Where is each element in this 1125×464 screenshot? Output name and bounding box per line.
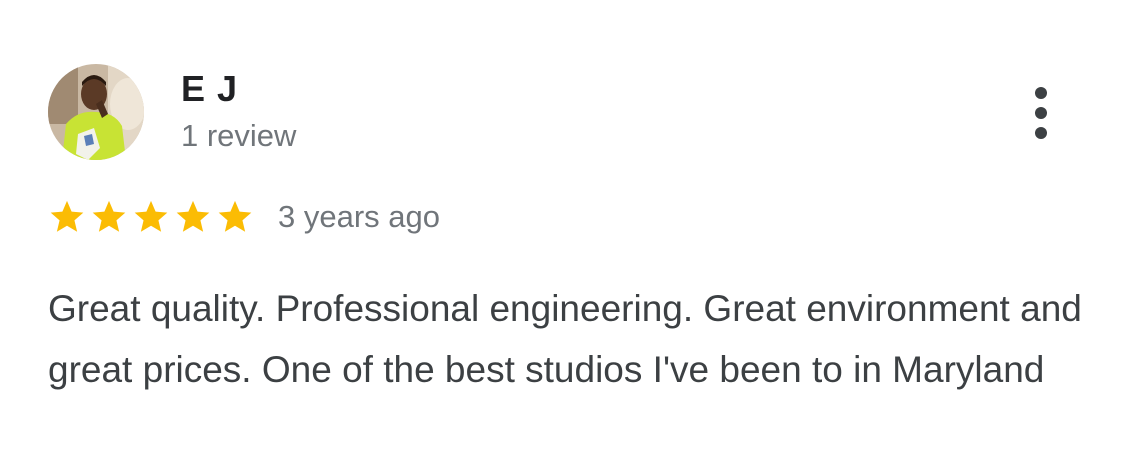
avatar[interactable]: [48, 64, 144, 160]
star-icon: [218, 200, 252, 232]
star-icon: [50, 200, 84, 232]
rating-row: 3 years ago: [48, 195, 440, 239]
review-text: Great quality. Professional engineering.…: [48, 288, 1082, 390]
star-icon: [134, 200, 168, 232]
author-review-count: 1 review: [181, 118, 297, 153]
star-icon: [92, 200, 126, 232]
review-date: 3 years ago: [278, 199, 440, 234]
star-icon: [176, 200, 210, 232]
author-name[interactable]: E J: [181, 68, 238, 110]
more-options-button[interactable]: [1019, 82, 1063, 144]
review-card: E J 1 review 3 years ago Great quality. …: [0, 0, 1125, 464]
star-rating: [48, 198, 258, 236]
more-vert-icon: [1035, 87, 1047, 139]
